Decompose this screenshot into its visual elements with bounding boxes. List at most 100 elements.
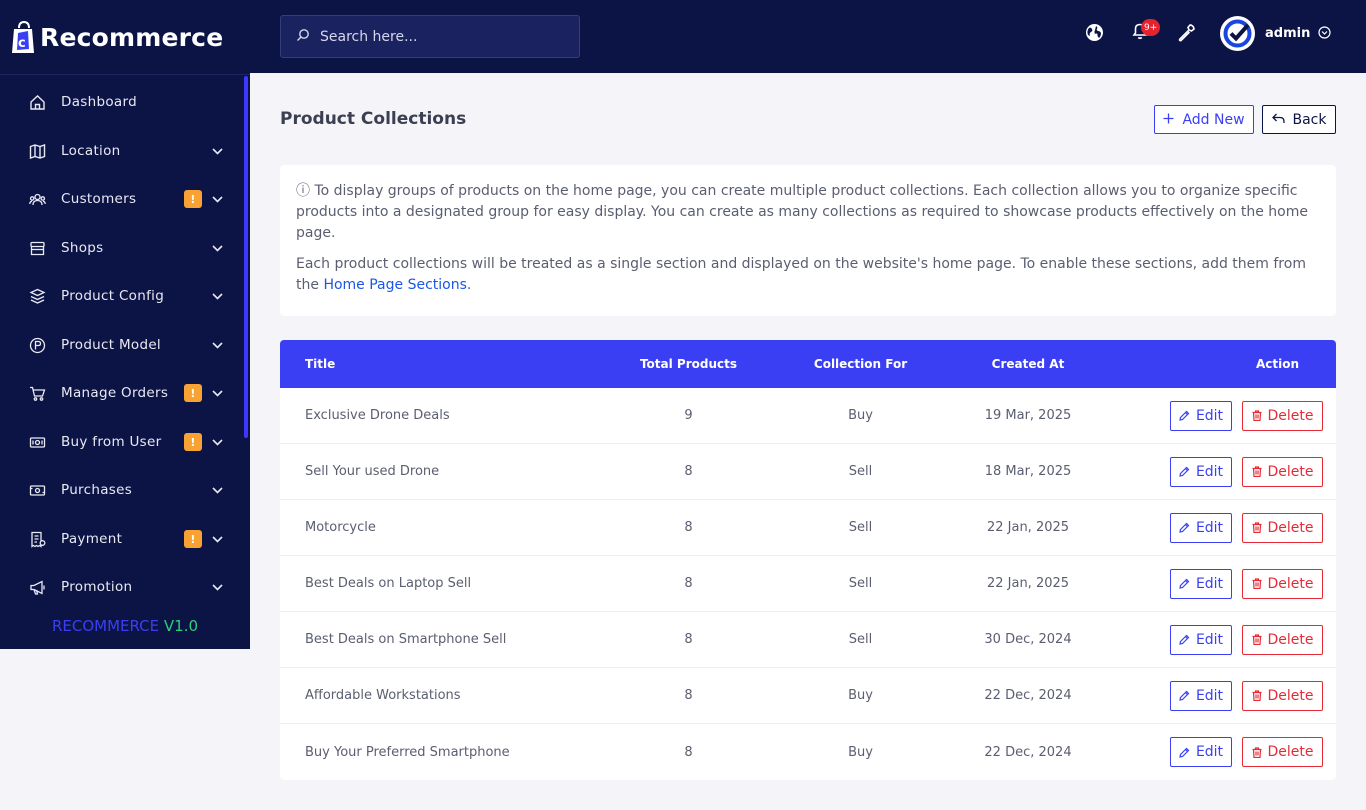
version-name: RECOMMERCE [51, 617, 160, 635]
user-menu[interactable]: admin [1220, 16, 1331, 51]
pencil-icon [1179, 747, 1190, 758]
sidebar-item-payment[interactable]: Payment ! [0, 519, 244, 559]
home-page-sections-link[interactable]: Home Page Sections [323, 277, 466, 293]
sidebar-scrollbar[interactable] [244, 76, 248, 438]
globe-icon[interactable] [1084, 22, 1104, 42]
back-button[interactable]: Back [1262, 105, 1336, 134]
cell-title: Exclusive Drone Deals [305, 408, 450, 423]
cubes-icon [28, 287, 46, 305]
search-box[interactable] [280, 15, 580, 58]
pencil-icon [1179, 578, 1190, 589]
chevron-down-icon [211, 583, 223, 591]
table-header: Title Total Products Collection For Crea… [280, 340, 1336, 388]
column-header-action: Action [1255, 357, 1299, 371]
cell-created-at: 22 Dec, 2024 [984, 744, 1072, 760]
delete-button[interactable]: Delete [1242, 568, 1323, 599]
table-row: Best Deals on Smartphone Sell 8 Sell 30 … [280, 612, 1336, 668]
wrench-icon[interactable] [1176, 22, 1196, 42]
cell-total-products: 8 [684, 632, 693, 647]
cell-collection-for: Sell [848, 632, 873, 647]
cash-icon [28, 433, 46, 451]
delete-label: Delete [1267, 463, 1314, 480]
shop-icon [28, 239, 46, 257]
trash-icon [1252, 466, 1262, 477]
sidebar-item-buy-from-user[interactable]: Buy from User ! [0, 422, 244, 462]
delete-button[interactable]: Delete [1242, 400, 1323, 431]
sidebar-item-customers[interactable]: Customers ! [0, 179, 244, 219]
cell-actions: Edit Delete [1092, 512, 1336, 543]
table-row: Exclusive Drone Deals 9 Buy 19 Mar, 2025… [280, 388, 1336, 444]
cell-actions: Edit Delete [1092, 624, 1336, 655]
column-header-created-at[interactable]: Created At [964, 357, 1092, 371]
sidebar-item-shops[interactable]: Shops [0, 228, 244, 268]
delete-button[interactable]: Delete [1242, 456, 1323, 487]
search-input[interactable] [320, 28, 560, 45]
edit-button[interactable]: Edit [1170, 680, 1232, 711]
chevron-down-icon [211, 486, 223, 494]
edit-button[interactable]: Edit [1170, 737, 1232, 767]
sidebar-item-manage-orders[interactable]: Manage Orders ! [0, 373, 244, 413]
delete-button[interactable]: Delete [1242, 512, 1323, 543]
edit-button[interactable]: Edit [1170, 512, 1232, 543]
alert-badge: ! [184, 530, 202, 548]
sidebar-item-label: Location [61, 143, 121, 159]
cell-collection-for: Buy [848, 688, 873, 703]
sidebar-nav: Dashboard Location Customers ! Shops Pro… [0, 76, 250, 610]
edit-label: Edit [1195, 519, 1224, 536]
chevron-down-icon [211, 389, 223, 397]
sidebar-item-label: Purchases [61, 482, 133, 498]
sidebar-item-label: Customers [61, 191, 137, 207]
plus-icon [1163, 112, 1174, 128]
delete-button[interactable]: Delete [1242, 624, 1323, 655]
column-header-collection-for[interactable]: Collection For [757, 357, 964, 371]
home-icon [28, 93, 46, 111]
cell-title: Buy Your Preferred Smartphone [305, 744, 510, 760]
edit-label: Edit [1195, 687, 1224, 704]
svg-text:c: c [18, 36, 26, 51]
delete-label: Delete [1267, 631, 1314, 648]
brand[interactable]: c Recommerce [0, 0, 250, 75]
cell-title: Sell Your used Drone [305, 464, 440, 479]
app-version: RECOMMERCE V1.0 [0, 617, 250, 635]
notification-button[interactable]: 9+ [1130, 19, 1161, 42]
sidebar-item-location[interactable]: Location [0, 131, 244, 171]
delete-button[interactable]: Delete [1242, 737, 1323, 767]
edit-button[interactable]: Edit [1170, 456, 1232, 487]
map-icon [28, 142, 46, 160]
cell-title: Best Deals on Smartphone Sell [305, 632, 507, 647]
page-title: Product Collections [280, 109, 467, 129]
chevron-down-icon [211, 292, 223, 300]
chevron-down-icon [211, 147, 223, 155]
cell-collection-for: Sell [848, 576, 873, 591]
cell-created-at: 18 Mar, 2025 [984, 464, 1072, 479]
cart-icon [28, 384, 46, 402]
sidebar-item-dashboard[interactable]: Dashboard [0, 82, 244, 122]
edit-label: Edit [1195, 631, 1224, 648]
sidebar-item-label: Dashboard [61, 94, 137, 110]
sidebar-item-product-config[interactable]: Product Config [0, 276, 244, 316]
alert-badge: ! [184, 384, 202, 402]
info-paragraph-1: ⓘ To display groups of products on the h… [296, 183, 1308, 241]
info-card: ⓘ To display groups of products on the h… [280, 165, 1336, 316]
version-number: V1.0 [163, 617, 199, 635]
cell-collection-for: Buy [848, 744, 873, 760]
cell-created-at: 22 Jan, 2025 [986, 576, 1070, 591]
edit-button[interactable]: Edit [1170, 400, 1232, 431]
column-header-total-products[interactable]: Total Products [620, 357, 757, 371]
delete-button[interactable]: Delete [1242, 680, 1323, 711]
chevron-down-icon [211, 195, 223, 203]
edit-button[interactable]: Edit [1170, 624, 1232, 655]
sidebar-item-promotion[interactable]: Promotion [0, 567, 244, 607]
pencil-icon [1179, 410, 1190, 421]
column-header-title[interactable]: Title [280, 357, 620, 371]
search-icon [296, 27, 310, 46]
back-arrow-icon [1271, 112, 1285, 128]
add-new-button[interactable]: Add New [1154, 105, 1254, 134]
edit-button[interactable]: Edit [1170, 568, 1232, 599]
sidebar-item-label: Product Model [61, 337, 161, 353]
sidebar-item-product-model[interactable]: Product Model [0, 325, 244, 365]
cell-title: Motorcycle [305, 520, 376, 535]
add-new-label: Add New [1182, 111, 1245, 128]
sidebar-item-purchases[interactable]: Purchases [0, 470, 244, 510]
trash-icon [1252, 746, 1262, 758]
